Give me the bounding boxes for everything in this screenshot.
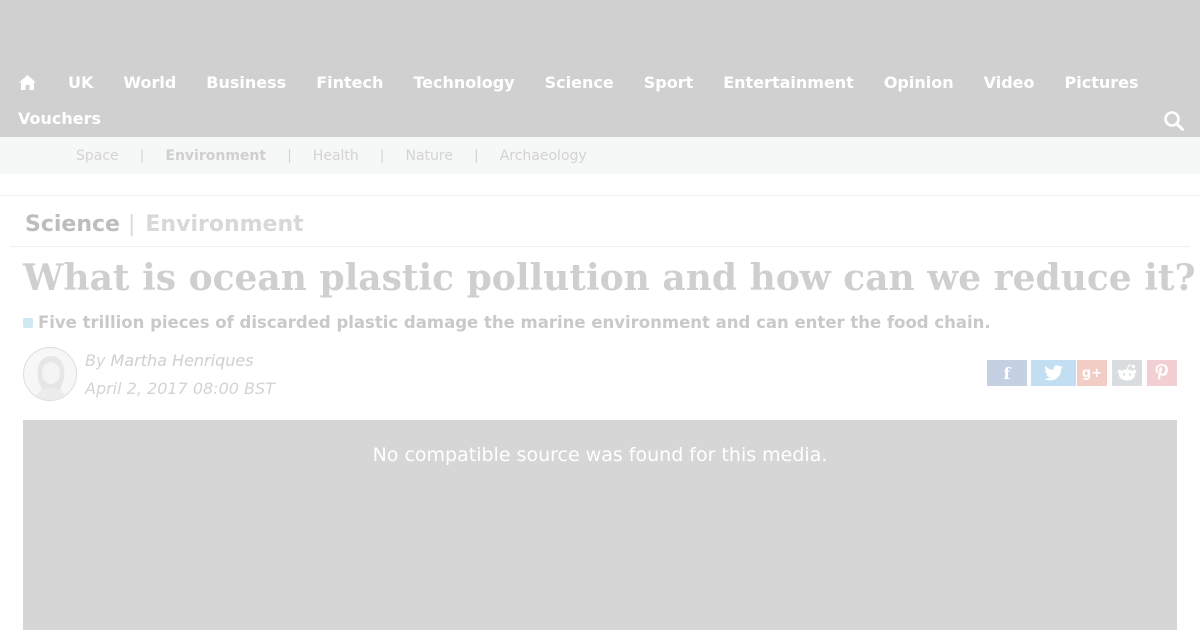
subnav-item-nature[interactable]: Nature	[406, 148, 453, 164]
nav-item-sport[interactable]: Sport	[629, 73, 709, 92]
nav-item-uk[interactable]: UK	[53, 73, 108, 92]
top-navigation-bar: UK World Business Fintech Technology Sci…	[0, 0, 1200, 137]
share-reddit-button[interactable]	[1112, 360, 1142, 386]
pinterest-icon	[1155, 364, 1168, 381]
nav-item-opinion[interactable]: Opinion	[869, 73, 969, 92]
share-facebook-button[interactable]: f	[987, 360, 1027, 386]
breadcrumb-environment[interactable]: Environment	[145, 212, 303, 237]
author-avatar[interactable]	[23, 347, 77, 401]
main-nav-row-2: Vouchers	[0, 100, 1160, 136]
breadcrumb-science[interactable]: Science	[25, 212, 120, 237]
subnav-separator: |	[139, 147, 145, 164]
divider	[10, 246, 1190, 247]
publish-date: April 2, 2017 08:00 BST	[85, 379, 275, 398]
breadcrumb-separator: |	[127, 212, 136, 237]
subnav-item-space[interactable]: Space	[76, 148, 119, 164]
google-plus-icon: g+	[1081, 365, 1103, 381]
nav-item-vouchers[interactable]: Vouchers	[0, 109, 116, 128]
nav-item-pictures[interactable]: Pictures	[1050, 73, 1154, 92]
article-summary: Five trillion pieces of discarded plasti…	[23, 313, 991, 332]
nav-item-world[interactable]: World	[108, 73, 191, 92]
subnav-item-environment[interactable]: Environment	[165, 148, 266, 164]
summary-text: Five trillion pieces of discarded plasti…	[38, 313, 991, 332]
subnav-item-health[interactable]: Health	[313, 148, 359, 164]
video-error-message: No compatible source was found for this …	[372, 444, 828, 466]
article-headline: What is ocean plastic pollution and how …	[23, 257, 1196, 299]
main-nav: UK World Business Fintech Technology Sci…	[0, 64, 1160, 136]
reddit-icon	[1117, 364, 1137, 381]
nav-item-science[interactable]: Science	[530, 73, 629, 92]
breadcrumb: Science | Environment	[25, 212, 304, 237]
section-subnav: Space | Environment | Health | Nature | …	[0, 137, 1200, 174]
nav-home[interactable]	[0, 74, 53, 91]
subnav-separator: |	[473, 147, 479, 164]
byline-prefix: By	[85, 351, 106, 370]
author-byline: By Martha Henriques	[85, 351, 254, 370]
home-icon	[19, 74, 36, 90]
author-portrait-icon	[34, 356, 68, 400]
subnav-separator: |	[287, 147, 292, 164]
search-button[interactable]	[1163, 110, 1187, 134]
author-name[interactable]: Martha Henriques	[111, 351, 254, 370]
subnav-item-archaeology[interactable]: Archaeology	[500, 148, 587, 164]
nav-item-technology[interactable]: Technology	[398, 73, 529, 92]
video-player[interactable]: No compatible source was found for this …	[23, 420, 1177, 630]
twitter-icon	[1043, 365, 1063, 381]
nav-item-video[interactable]: Video	[969, 73, 1050, 92]
search-icon	[1164, 111, 1184, 131]
divider	[0, 195, 1200, 196]
nav-item-entertainment[interactable]: Entertainment	[708, 73, 869, 92]
share-google-plus-button[interactable]: g+	[1077, 360, 1107, 386]
main-nav-row: UK World Business Fintech Technology Sci…	[0, 64, 1160, 100]
nav-item-business[interactable]: Business	[191, 73, 301, 92]
share-pinterest-button[interactable]	[1147, 360, 1177, 386]
summary-bullet-icon	[23, 317, 33, 328]
subnav-separator: |	[379, 147, 385, 164]
share-twitter-button[interactable]	[1031, 360, 1076, 386]
nav-item-fintech[interactable]: Fintech	[301, 73, 398, 92]
facebook-icon: f	[1003, 363, 1011, 383]
